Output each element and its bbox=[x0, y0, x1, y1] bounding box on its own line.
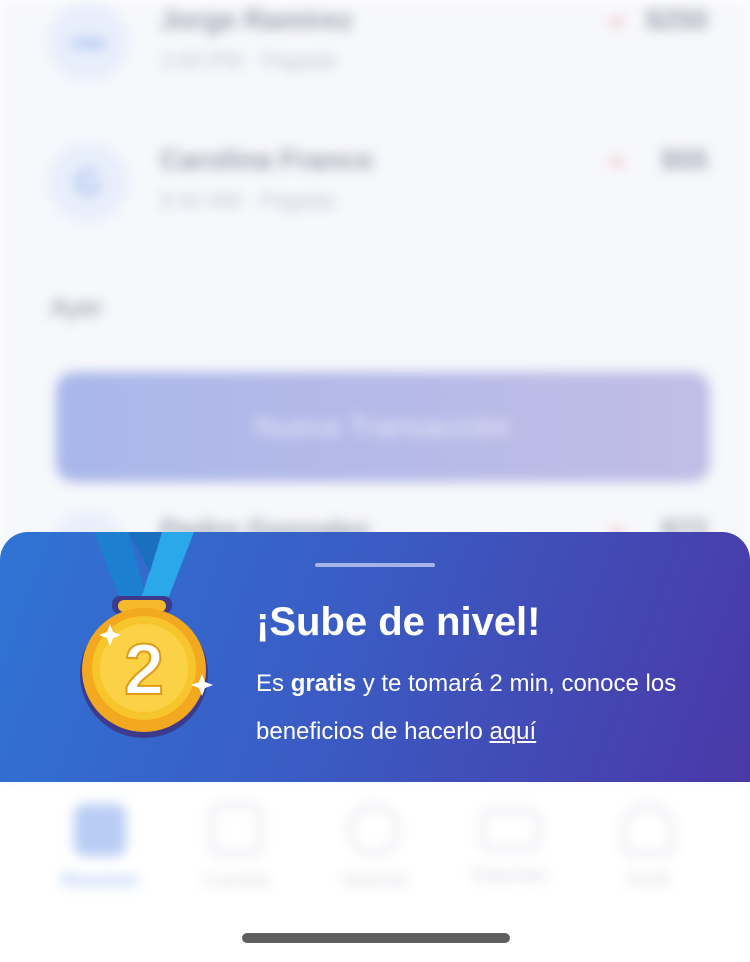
banner-title: ¡Sube de nivel! bbox=[256, 600, 541, 644]
tab-resumen[interactable]: Resumen bbox=[30, 804, 170, 891]
wallet-icon bbox=[74, 804, 126, 856]
tab-cuentas[interactable]: Cuentas bbox=[166, 804, 306, 891]
transaction-subtitle: 8:42 AM · Pagado bbox=[160, 188, 337, 213]
tab-perfil[interactable]: Perfil bbox=[578, 804, 718, 891]
tab-historial[interactable]: Historial bbox=[304, 804, 444, 891]
transaction-amount: $250 bbox=[645, 4, 708, 35]
tab-label: Historial bbox=[341, 870, 407, 890]
transaction-name: Jorge Ramirez bbox=[160, 4, 353, 35]
clock-icon bbox=[348, 804, 400, 856]
medal-number: 2 bbox=[124, 630, 164, 710]
transaction-amount: $55 bbox=[661, 144, 708, 175]
transaction-row[interactable]: swap Jorge Ramirez 3:40 PM · Pagado $250 bbox=[48, 0, 708, 82]
section-label-yesterday: Ayer bbox=[50, 292, 103, 322]
drag-handle[interactable] bbox=[315, 563, 435, 567]
refresh-icon bbox=[48, 142, 128, 222]
swap-icon: swap bbox=[48, 2, 128, 82]
tab-label: Perfil bbox=[627, 870, 669, 890]
debit-indicator bbox=[610, 160, 624, 164]
banner-text-before: Es bbox=[256, 670, 291, 697]
transaction-subtitle: 3:40 PM · Pagado bbox=[160, 48, 338, 73]
transaction-row[interactable]: Carolina Franco 8:42 AM · Pagado $55 bbox=[48, 130, 708, 222]
tab-label: Cuentas bbox=[202, 870, 270, 890]
medal-icon: 2 bbox=[80, 532, 213, 738]
tab-label: Resumen bbox=[61, 870, 139, 890]
banner-text-bold: gratis bbox=[290, 670, 357, 697]
tab-label: Depositar bbox=[471, 865, 549, 885]
user-icon bbox=[622, 804, 674, 856]
card-icon bbox=[480, 809, 540, 851]
transaction-name: Carolina Franco bbox=[160, 144, 374, 175]
banner-text: Es gratis y te tomará 2 min, conoce los … bbox=[256, 660, 726, 756]
tab-depositar[interactable]: Depositar bbox=[440, 804, 580, 886]
grid-icon bbox=[210, 804, 262, 856]
new-transaction-button[interactable]: Nueva Transacción bbox=[56, 372, 710, 482]
banner-link-here[interactable]: aquí bbox=[489, 718, 536, 745]
debit-indicator bbox=[610, 20, 624, 24]
home-indicator[interactable] bbox=[242, 933, 510, 943]
background-app: swap Jorge Ramirez 3:40 PM · Pagado $250… bbox=[0, 0, 750, 962]
